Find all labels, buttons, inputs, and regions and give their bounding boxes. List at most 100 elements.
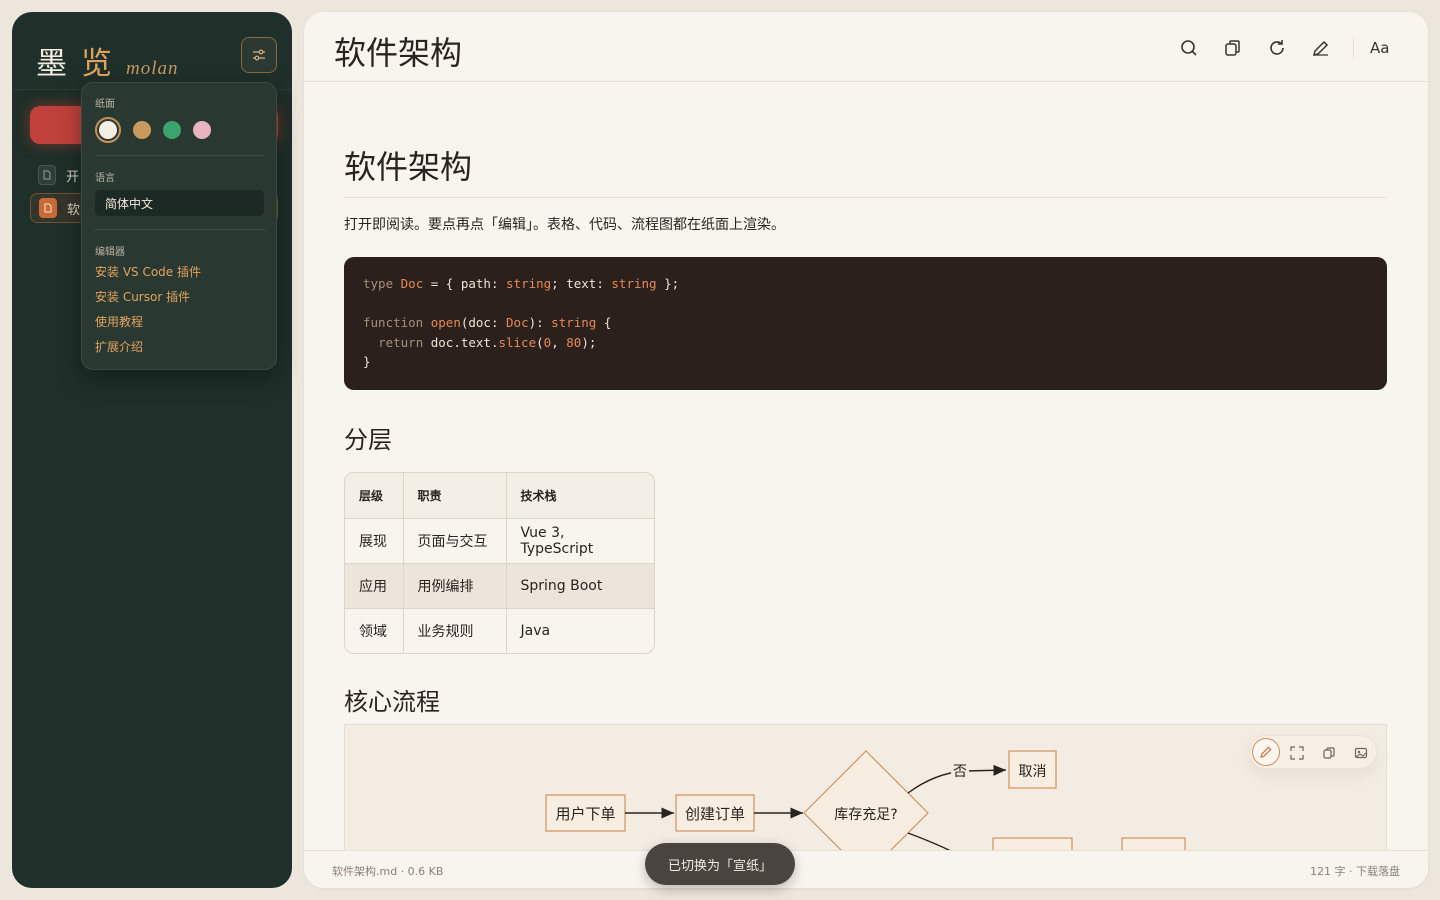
toolbar-divider [1353, 36, 1354, 60]
code-block: type Doc = { path: string; text: string … [344, 257, 1387, 390]
fullscreen-icon [1290, 746, 1304, 760]
code-token: ); [581, 334, 597, 350]
section-heading-layers: 分层 [344, 426, 392, 454]
code-token: (doc: [460, 315, 507, 330]
image-icon [1354, 747, 1368, 759]
word-count-download[interactable]: 121 字 · 下载落盘 [1310, 863, 1400, 879]
document-content: 软件架构 打开即阅读。要点再点「编辑」。表格、代码、流程图都在纸面上渲染。 ty… [344, 82, 1387, 865]
install-vscode-link[interactable]: 安装 VS Code 插件 [95, 263, 201, 280]
settings-popup: 纸面 语言 简体中文 编辑器 安装 VS Code 插件 安装 Cursor 插… [81, 82, 277, 370]
language-label: 语言 [95, 173, 115, 184]
table-row: 应用 用例编排 Spring Boot [345, 562, 654, 609]
code-token: open [430, 315, 461, 330]
table-cell: 应用 [345, 562, 404, 609]
heading-rule [344, 197, 1387, 198]
code-token: = { path: [423, 276, 507, 291]
table-cell: 页面与交互 [402, 517, 507, 564]
document-heading: 软件架构 [344, 148, 473, 186]
flow-edit-button[interactable] [1252, 738, 1280, 766]
code-token: return [378, 334, 424, 350]
brand-latin: molan [126, 58, 179, 79]
flowchart-canvas: 用户下单 创建订单 库存充足? 否 取消 [545, 750, 1186, 865]
language-select[interactable]: 简体中文 [95, 190, 264, 216]
file-icon [39, 198, 57, 218]
paper-swatch[interactable] [193, 121, 211, 139]
code-token: 80 [566, 334, 582, 350]
flow-copy-button[interactable] [1319, 743, 1339, 763]
flowchart: 用户下单 创建订单 库存充足? 否 取消 [344, 724, 1387, 865]
table-cell: Java [505, 607, 654, 653]
file-icon [38, 165, 56, 185]
edit-icon[interactable] [1311, 38, 1331, 58]
flow-edge-label: 否 [953, 764, 967, 780]
intro-paragraph: 打开即阅读。要点再点「编辑」。表格、代码、流程图都在纸面上渲染。 [344, 217, 785, 233]
flow-node-label: 库存充足? [834, 807, 897, 823]
refresh-icon[interactable] [1267, 38, 1287, 58]
code-token: doc.text. [423, 334, 499, 350]
code-token: string [611, 276, 657, 291]
table-cell: Vue 3, TypeScript [505, 517, 654, 564]
topbar: 软件架构 Aa [304, 12, 1428, 82]
code-token: Doc [506, 315, 529, 330]
install-cursor-link[interactable]: 安装 Cursor 插件 [95, 288, 190, 305]
copy-icon[interactable] [1223, 38, 1243, 58]
code-token: Doc [400, 276, 424, 291]
file-name: 软 [67, 202, 81, 218]
table-header-row: 层级 职责 技术栈 [345, 473, 654, 519]
page-title: 软件架构 [334, 34, 463, 72]
flow-node-create-order: 创建订单 [675, 794, 755, 832]
search-icon[interactable] [1179, 38, 1199, 58]
brand-char-2: 览 [81, 46, 112, 82]
paper-swatch[interactable] [133, 121, 151, 139]
table-cell: 业务规则 [402, 607, 507, 653]
code-token: ): [528, 315, 552, 330]
paper-swatches [95, 117, 211, 143]
table-cell: 展现 [345, 517, 404, 564]
table-header-cell: 技术栈 [505, 473, 654, 519]
flow-node-label: 用户下单 [555, 805, 615, 823]
layers-table: 层级 职责 技术栈 展现 页面与交互 Vue 3, TypeScript 应用 … [344, 472, 655, 654]
flowchart-toolbar [1249, 735, 1377, 769]
toast-notification: 已切换为「宣纸」 [645, 843, 795, 885]
popup-divider [95, 229, 265, 230]
tutorial-link[interactable]: 使用教程 [95, 313, 143, 330]
flow-node-stock-check: 库存充足? [803, 750, 929, 865]
font-size-icon[interactable]: Aa [1370, 39, 1396, 59]
flow-node-label: 创建订单 [685, 805, 745, 823]
table-cell: 领域 [345, 607, 404, 653]
table-header-cell: 职责 [402, 473, 507, 519]
paper-swatch-selected[interactable] [95, 117, 121, 143]
code-token: ( [536, 334, 544, 350]
flow-image-button[interactable] [1351, 743, 1371, 763]
copy-icon [1323, 747, 1335, 759]
paper-swatch[interactable] [163, 121, 181, 139]
brand-char-1: 墨 [36, 46, 67, 82]
section-heading-flow: 核心流程 [344, 688, 440, 716]
document-panel: 软件架构 Aa 软件架构 打开即阅读。要点再点「编辑」。表格、代码、流程图都在纸… [304, 12, 1428, 888]
code-token: { [596, 315, 612, 330]
flow-node-label: 取消 [1019, 764, 1047, 780]
code-token: slice [498, 334, 537, 350]
table-row: 领域 业务规则 Java [345, 607, 654, 653]
flow-node-cancel: 取消 [1008, 750, 1057, 789]
table-cell: 用例编排 [402, 562, 507, 609]
code-token: , [551, 334, 567, 350]
brand-logo: 墨 览 molan [36, 38, 179, 83]
code-token: ; text: [551, 276, 612, 291]
editor-label: 编辑器 [95, 247, 125, 258]
sliders-icon [253, 49, 265, 61]
code-token: }; [656, 276, 680, 291]
popup-divider [95, 155, 265, 156]
edit-icon [1260, 746, 1272, 758]
file-info: 软件架构.md · 0.6 KB [332, 865, 444, 878]
settings-button[interactable] [241, 37, 277, 73]
flow-node-user-order: 用户下单 [545, 794, 626, 832]
file-name: 开 [66, 169, 80, 185]
code-token: type [363, 276, 394, 291]
code-token: string [506, 276, 552, 291]
table-row: 展现 页面与交互 Vue 3, TypeScript [345, 517, 654, 564]
extensions-link[interactable]: 扩展介绍 [95, 338, 143, 355]
flow-fullscreen-button[interactable] [1287, 743, 1307, 763]
code-token: function [363, 315, 424, 330]
code-token: string [551, 315, 597, 330]
